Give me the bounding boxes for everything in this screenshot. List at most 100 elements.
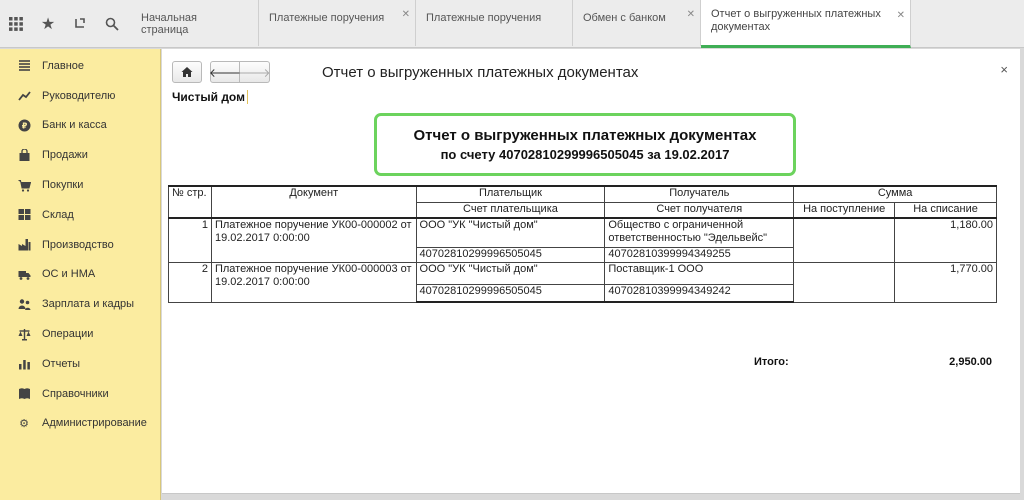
row-document[interactable]: Платежное поручение УК00-000002 от 19.02…	[210, 217, 417, 263]
row-recipient: Поставщик-1 ООО	[604, 261, 795, 285]
sidebar-item-label: Администрирование	[42, 417, 147, 430]
row-incoming	[793, 217, 896, 263]
header-outgoing: На списание	[894, 201, 997, 219]
tab-label: Платежные поручения	[269, 12, 385, 24]
row-recipient: Общество с ограниченной ответственностью…	[604, 217, 795, 248]
top-icons: ★	[0, 0, 130, 48]
sidebar-item-main[interactable]: Главное	[0, 51, 160, 81]
sidebar-item-assets[interactable]: ОС и НМА	[0, 260, 160, 290]
sidebar-item-label: Справочники	[42, 387, 109, 400]
sidebar-item-catalogs[interactable]: Справочники	[0, 379, 160, 409]
sidebar-item-label: Отчеты	[42, 357, 81, 370]
header-document: Документ	[210, 185, 417, 219]
sidebar-item-operations[interactable]: Операции	[0, 319, 160, 349]
sidebar-item-label: Банк и касса	[42, 119, 107, 132]
nav-buttons: 🡐 🡒	[172, 61, 271, 83]
tab-payment-orders-2[interactable]: Платежные поручения	[416, 0, 573, 46]
top-bar: ★ Начальная страница Платежные поручения…	[0, 0, 1024, 48]
close-icon[interactable]: ✕	[402, 9, 410, 20]
total-label: Итого:	[754, 356, 789, 368]
warehouse-grid-icon	[17, 208, 31, 222]
sidebar-item-label: Руководителю	[42, 89, 116, 102]
arrow-right-icon: 🡒	[238, 65, 271, 80]
sidebar-item-label: Покупки	[42, 179, 84, 192]
favorites-star-icon[interactable]: ★	[32, 0, 64, 48]
tab-label: Начальная страница	[141, 12, 197, 36]
sidebar-item-director[interactable]: Руководителю	[0, 81, 160, 111]
shopping-cart-icon	[17, 178, 31, 192]
row-recipient-account: 40702810399994349255	[604, 246, 795, 263]
tab-label: Платежные поручения	[426, 12, 542, 24]
history-nav: 🡐 🡒	[209, 61, 271, 83]
sidebar-item-label: Операции	[42, 328, 94, 341]
table-row: 2 Платежное поручение УК00-000003 от 19.…	[168, 261, 997, 303]
row-payer: ООО "УК "Чистый дом"	[415, 261, 606, 285]
sidebar-item-label: Производство	[42, 238, 114, 251]
header-sum: Сумма	[793, 185, 997, 203]
search-icon[interactable]	[96, 0, 128, 48]
close-icon[interactable]: ✕	[687, 9, 695, 20]
tab-home-page[interactable]: Начальная страница	[131, 0, 259, 46]
header-num: № стр.	[168, 185, 212, 219]
tab-label: Отчет о выгруженных платежных документах	[711, 8, 881, 33]
header-payer: Плательщик	[415, 185, 606, 203]
report-subtitle: по счету 40702810299996505045 за 19.02.2…	[440, 147, 730, 162]
row-payer-account: 40702810299996505045	[415, 283, 606, 303]
sidebar-item-label: ОС и НМА	[42, 268, 96, 281]
home-button[interactable]	[172, 61, 202, 83]
header-recipient-account: Счет получателя	[604, 201, 795, 219]
shopping-bag-icon	[17, 148, 31, 162]
row-payer-account: 40702810299996505045	[415, 246, 606, 263]
row-num: 2	[168, 261, 212, 303]
row-num: 1	[168, 217, 212, 263]
factory-icon	[17, 238, 31, 252]
svg-text:₽: ₽	[21, 121, 27, 130]
sidebar-item-reports[interactable]: Отчеты	[0, 349, 160, 379]
table-row: 1 Платежное поручение УК00-000002 от 19.…	[168, 217, 997, 263]
close-icon[interactable]: ×	[1000, 62, 1008, 77]
report-title: Отчет о выгруженных платежных документах	[413, 127, 757, 144]
sidebar-item-label: Зарплата и кадры	[42, 298, 135, 311]
sidebar: Главное Руководителю ₽ Банк и касса Прод…	[0, 49, 161, 500]
forward-button[interactable]: 🡒	[238, 61, 271, 83]
sidebar-item-purchases[interactable]: Покупки	[0, 170, 160, 200]
sidebar-item-production[interactable]: Производство	[0, 230, 160, 260]
people-icon	[17, 297, 31, 311]
book-icon	[17, 387, 31, 401]
tab-report[interactable]: Отчет о выгруженных платежных документах…	[701, 0, 911, 48]
trend-chart-icon	[17, 89, 31, 103]
page-title: Отчет о выгруженных платежных документах	[322, 64, 639, 81]
content-area: 🡐 🡒 Отчет о выгруженных платежных докуме…	[162, 49, 1020, 494]
row-document[interactable]: Платежное поручение УК00-000003 от 19.02…	[210, 261, 417, 303]
header-incoming: На поступление	[793, 201, 896, 219]
tab-strip: Начальная страница Платежные поручения ✕…	[131, 0, 911, 48]
header-payer-account: Счет плательщика	[415, 201, 606, 219]
row-outgoing: 1,180.00	[894, 217, 997, 263]
sidebar-item-sales[interactable]: Продажи	[0, 140, 160, 170]
sidebar-item-salary[interactable]: Зарплата и кадры	[0, 289, 160, 319]
scales-icon	[17, 327, 31, 341]
row-outgoing: 1,770.00	[894, 261, 997, 303]
sidebar-item-label: Продажи	[42, 149, 88, 162]
sidebar-item-label: Склад	[42, 208, 74, 221]
history-icon[interactable]	[64, 0, 96, 48]
row-payer: ООО "УК "Чистый дом"	[415, 217, 606, 248]
tab-bank-exchange[interactable]: Обмен с банком ✕	[573, 0, 701, 46]
gear-icon: ⚙	[19, 417, 29, 430]
row-incoming	[793, 261, 896, 303]
home-icon	[181, 67, 193, 77]
sidebar-item-bank[interactable]: ₽ Банк и касса	[0, 111, 160, 141]
apps-grid-icon[interactable]	[0, 0, 32, 48]
total-value: 2,950.00	[949, 356, 992, 368]
report-header: Отчет о выгруженных платежных документах…	[374, 113, 796, 176]
sidebar-item-warehouse[interactable]: Склад	[0, 200, 160, 230]
report-table: № стр. Документ Плательщик Получатель Су…	[168, 185, 997, 303]
back-button[interactable]: 🡐	[209, 61, 241, 83]
close-icon[interactable]: ✕	[897, 9, 905, 22]
bar-report-icon	[17, 357, 31, 371]
truck-icon	[17, 267, 31, 281]
ruble-coin-icon: ₽	[17, 118, 31, 132]
sidebar-item-admin[interactable]: ⚙ Администрирование	[0, 409, 160, 439]
organization-name: Чистый дом	[172, 90, 248, 104]
tab-payment-orders-1[interactable]: Платежные поручения ✕	[259, 0, 416, 46]
